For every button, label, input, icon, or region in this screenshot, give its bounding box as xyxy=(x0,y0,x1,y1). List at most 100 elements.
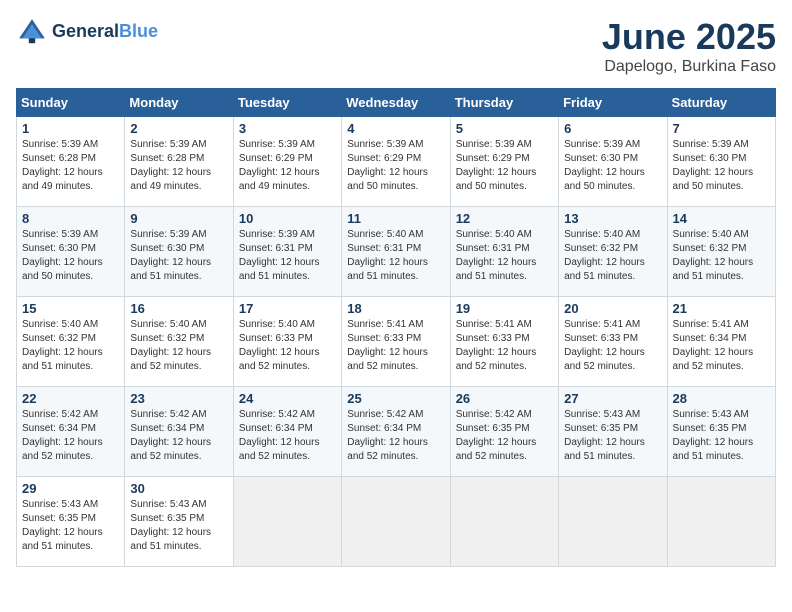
day-number: 5 xyxy=(456,121,553,136)
cell-info: Sunrise: 5:43 AM Sunset: 6:35 PM Dayligh… xyxy=(130,498,227,554)
day-number: 11 xyxy=(347,211,444,226)
cell-info: Sunrise: 5:42 AM Sunset: 6:34 PM Dayligh… xyxy=(239,408,336,464)
calendar-cell: 6 Sunrise: 5:39 AM Sunset: 6:30 PM Dayli… xyxy=(559,117,667,207)
day-number: 18 xyxy=(347,301,444,316)
day-number: 7 xyxy=(673,121,770,136)
day-number: 1 xyxy=(22,121,119,136)
day-number: 17 xyxy=(239,301,336,316)
calendar-cell: 27 Sunrise: 5:43 AM Sunset: 6:35 PM Dayl… xyxy=(559,387,667,477)
day-number: 28 xyxy=(673,391,770,406)
calendar-table: SundayMondayTuesdayWednesdayThursdayFrid… xyxy=(16,88,776,567)
month-title: June 2025 xyxy=(602,16,776,58)
day-number: 3 xyxy=(239,121,336,136)
calendar-cell: 10 Sunrise: 5:39 AM Sunset: 6:31 PM Dayl… xyxy=(233,207,341,297)
cell-info: Sunrise: 5:40 AM Sunset: 6:31 PM Dayligh… xyxy=(456,228,553,284)
day-number: 2 xyxy=(130,121,227,136)
calendar-cell: 28 Sunrise: 5:43 AM Sunset: 6:35 PM Dayl… xyxy=(667,387,775,477)
day-header-sunday: Sunday xyxy=(17,89,125,117)
calendar-cell: 14 Sunrise: 5:40 AM Sunset: 6:32 PM Dayl… xyxy=(667,207,775,297)
calendar-cell: 4 Sunrise: 5:39 AM Sunset: 6:29 PM Dayli… xyxy=(342,117,450,207)
day-number: 6 xyxy=(564,121,661,136)
day-header-saturday: Saturday xyxy=(667,89,775,117)
calendar-cell: 30 Sunrise: 5:43 AM Sunset: 6:35 PM Dayl… xyxy=(125,477,233,567)
day-number: 9 xyxy=(130,211,227,226)
calendar-cell: 22 Sunrise: 5:42 AM Sunset: 6:34 PM Dayl… xyxy=(17,387,125,477)
calendar-cell: 20 Sunrise: 5:41 AM Sunset: 6:33 PM Dayl… xyxy=(559,297,667,387)
day-header-friday: Friday xyxy=(559,89,667,117)
logo-text: GeneralBlue xyxy=(52,22,158,42)
calendar-cell xyxy=(233,477,341,567)
calendar-cell xyxy=(559,477,667,567)
calendar-cell xyxy=(450,477,558,567)
calendar-cell: 19 Sunrise: 5:41 AM Sunset: 6:33 PM Dayl… xyxy=(450,297,558,387)
cell-info: Sunrise: 5:40 AM Sunset: 6:33 PM Dayligh… xyxy=(239,318,336,374)
day-number: 19 xyxy=(456,301,553,316)
day-number: 13 xyxy=(564,211,661,226)
day-number: 16 xyxy=(130,301,227,316)
cell-info: Sunrise: 5:39 AM Sunset: 6:30 PM Dayligh… xyxy=(130,228,227,284)
cell-info: Sunrise: 5:39 AM Sunset: 6:29 PM Dayligh… xyxy=(456,138,553,194)
cell-info: Sunrise: 5:43 AM Sunset: 6:35 PM Dayligh… xyxy=(564,408,661,464)
cell-info: Sunrise: 5:41 AM Sunset: 6:34 PM Dayligh… xyxy=(673,318,770,374)
calendar-cell xyxy=(667,477,775,567)
calendar-week-4: 22 Sunrise: 5:42 AM Sunset: 6:34 PM Dayl… xyxy=(17,387,776,477)
calendar-cell: 3 Sunrise: 5:39 AM Sunset: 6:29 PM Dayli… xyxy=(233,117,341,207)
cell-info: Sunrise: 5:39 AM Sunset: 6:29 PM Dayligh… xyxy=(239,138,336,194)
day-number: 4 xyxy=(347,121,444,136)
day-header-wednesday: Wednesday xyxy=(342,89,450,117)
day-number: 29 xyxy=(22,481,119,496)
cell-info: Sunrise: 5:40 AM Sunset: 6:32 PM Dayligh… xyxy=(22,318,119,374)
calendar-week-2: 8 Sunrise: 5:39 AM Sunset: 6:30 PM Dayli… xyxy=(17,207,776,297)
cell-info: Sunrise: 5:39 AM Sunset: 6:31 PM Dayligh… xyxy=(239,228,336,284)
cell-info: Sunrise: 5:40 AM Sunset: 6:32 PM Dayligh… xyxy=(673,228,770,284)
calendar-week-3: 15 Sunrise: 5:40 AM Sunset: 6:32 PM Dayl… xyxy=(17,297,776,387)
calendar-cell xyxy=(342,477,450,567)
day-number: 21 xyxy=(673,301,770,316)
cell-info: Sunrise: 5:39 AM Sunset: 6:28 PM Dayligh… xyxy=(130,138,227,194)
location-title: Dapelogo, Burkina Faso xyxy=(602,58,776,76)
day-number: 27 xyxy=(564,391,661,406)
calendar-cell: 9 Sunrise: 5:39 AM Sunset: 6:30 PM Dayli… xyxy=(125,207,233,297)
cell-info: Sunrise: 5:43 AM Sunset: 6:35 PM Dayligh… xyxy=(22,498,119,554)
calendar-cell: 26 Sunrise: 5:42 AM Sunset: 6:35 PM Dayl… xyxy=(450,387,558,477)
logo: GeneralBlue xyxy=(16,16,158,48)
cell-info: Sunrise: 5:41 AM Sunset: 6:33 PM Dayligh… xyxy=(347,318,444,374)
calendar-week-1: 1 Sunrise: 5:39 AM Sunset: 6:28 PM Dayli… xyxy=(17,117,776,207)
cell-info: Sunrise: 5:39 AM Sunset: 6:28 PM Dayligh… xyxy=(22,138,119,194)
day-number: 30 xyxy=(130,481,227,496)
calendar-cell: 18 Sunrise: 5:41 AM Sunset: 6:33 PM Dayl… xyxy=(342,297,450,387)
day-number: 15 xyxy=(22,301,119,316)
calendar-cell: 23 Sunrise: 5:42 AM Sunset: 6:34 PM Dayl… xyxy=(125,387,233,477)
calendar-week-5: 29 Sunrise: 5:43 AM Sunset: 6:35 PM Dayl… xyxy=(17,477,776,567)
calendar-cell: 7 Sunrise: 5:39 AM Sunset: 6:30 PM Dayli… xyxy=(667,117,775,207)
calendar-cell: 29 Sunrise: 5:43 AM Sunset: 6:35 PM Dayl… xyxy=(17,477,125,567)
day-number: 23 xyxy=(130,391,227,406)
calendar-cell: 11 Sunrise: 5:40 AM Sunset: 6:31 PM Dayl… xyxy=(342,207,450,297)
cell-info: Sunrise: 5:42 AM Sunset: 6:34 PM Dayligh… xyxy=(22,408,119,464)
cell-info: Sunrise: 5:43 AM Sunset: 6:35 PM Dayligh… xyxy=(673,408,770,464)
cell-info: Sunrise: 5:40 AM Sunset: 6:31 PM Dayligh… xyxy=(347,228,444,284)
day-number: 24 xyxy=(239,391,336,406)
day-number: 20 xyxy=(564,301,661,316)
cell-info: Sunrise: 5:40 AM Sunset: 6:32 PM Dayligh… xyxy=(130,318,227,374)
day-number: 14 xyxy=(673,211,770,226)
logo-icon xyxy=(16,16,48,48)
calendar-cell: 24 Sunrise: 5:42 AM Sunset: 6:34 PM Dayl… xyxy=(233,387,341,477)
day-number: 10 xyxy=(239,211,336,226)
calendar-cell: 15 Sunrise: 5:40 AM Sunset: 6:32 PM Dayl… xyxy=(17,297,125,387)
day-header-tuesday: Tuesday xyxy=(233,89,341,117)
day-header-monday: Monday xyxy=(125,89,233,117)
day-number: 22 xyxy=(22,391,119,406)
cell-info: Sunrise: 5:42 AM Sunset: 6:35 PM Dayligh… xyxy=(456,408,553,464)
cell-info: Sunrise: 5:39 AM Sunset: 6:29 PM Dayligh… xyxy=(347,138,444,194)
cell-info: Sunrise: 5:39 AM Sunset: 6:30 PM Dayligh… xyxy=(22,228,119,284)
calendar-cell: 12 Sunrise: 5:40 AM Sunset: 6:31 PM Dayl… xyxy=(450,207,558,297)
calendar-cell: 8 Sunrise: 5:39 AM Sunset: 6:30 PM Dayli… xyxy=(17,207,125,297)
calendar-cell: 2 Sunrise: 5:39 AM Sunset: 6:28 PM Dayli… xyxy=(125,117,233,207)
calendar-cell: 21 Sunrise: 5:41 AM Sunset: 6:34 PM Dayl… xyxy=(667,297,775,387)
day-number: 25 xyxy=(347,391,444,406)
cell-info: Sunrise: 5:40 AM Sunset: 6:32 PM Dayligh… xyxy=(564,228,661,284)
calendar-cell: 1 Sunrise: 5:39 AM Sunset: 6:28 PM Dayli… xyxy=(17,117,125,207)
cell-info: Sunrise: 5:42 AM Sunset: 6:34 PM Dayligh… xyxy=(347,408,444,464)
calendar-cell: 13 Sunrise: 5:40 AM Sunset: 6:32 PM Dayl… xyxy=(559,207,667,297)
